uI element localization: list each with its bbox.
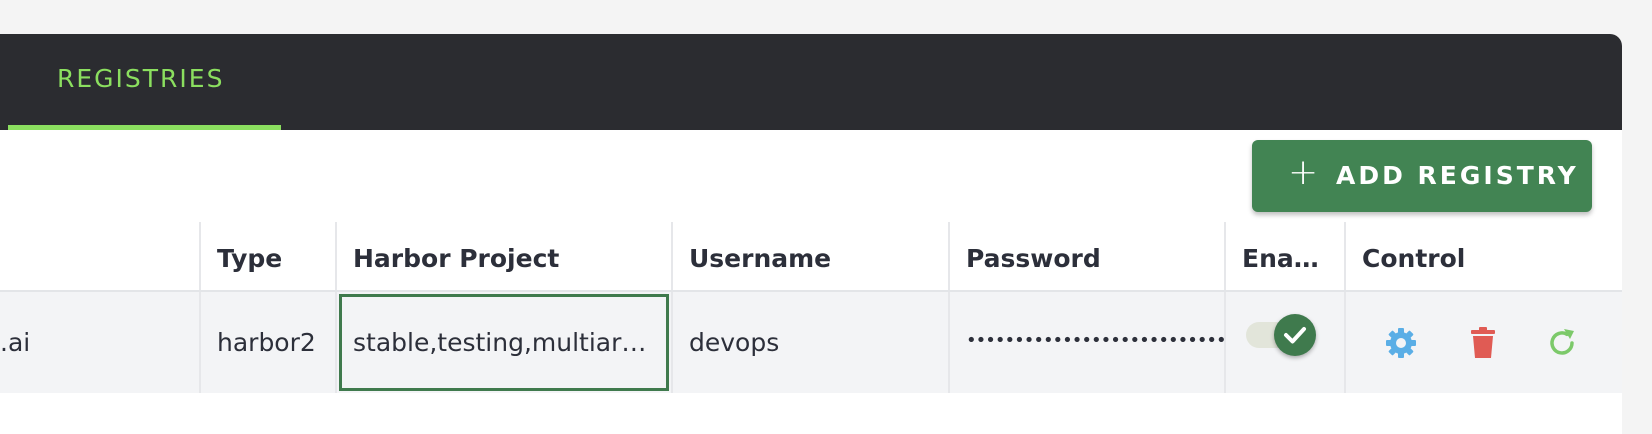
tab-registries-label: REGISTRIES: [57, 64, 225, 93]
check-icon: [1284, 327, 1306, 344]
refresh-icon[interactable]: [1545, 326, 1579, 360]
cell-enabled: [1224, 292, 1344, 393]
cell-name[interactable]: .ai: [0, 292, 199, 393]
gear-icon[interactable]: [1384, 326, 1418, 360]
add-registry-button[interactable]: + ADD REGISTRY: [1252, 140, 1592, 212]
header-password[interactable]: Password: [948, 222, 1224, 290]
toggle-knob: [1274, 314, 1316, 356]
plus-icon: +: [1288, 152, 1319, 193]
active-tab-indicator: [8, 125, 281, 130]
trash-icon[interactable]: [1466, 326, 1500, 360]
header-name[interactable]: [0, 222, 199, 290]
cell-password[interactable]: •••••••••••••••••••••••••••••: [948, 292, 1224, 393]
cell-harbor-project[interactable]: stable,testing,multiar…: [335, 292, 671, 393]
add-registry-label: ADD REGISTRY: [1336, 161, 1579, 190]
cell-type[interactable]: harbor2: [199, 292, 335, 393]
header-type[interactable]: Type: [199, 222, 335, 290]
tab-registries[interactable]: REGISTRIES: [8, 34, 281, 130]
header-username[interactable]: Username: [671, 222, 948, 290]
header-enabled[interactable]: Ena…: [1224, 222, 1344, 290]
tab-bar: REGISTRIES: [0, 34, 1622, 130]
table-row[interactable]: .ai harbor2 stable,testing,multiar… devo…: [0, 292, 1622, 393]
table-header: Type Harbor Project Username Password En…: [0, 222, 1622, 292]
cell-username[interactable]: devops: [671, 292, 948, 393]
header-harbor-project[interactable]: Harbor Project: [335, 222, 671, 290]
cell-control: [1344, 292, 1622, 393]
registries-panel: REGISTRIES + ADD REGISTRY Type Harbor Pr…: [0, 34, 1622, 434]
header-control: Control: [1344, 222, 1622, 290]
